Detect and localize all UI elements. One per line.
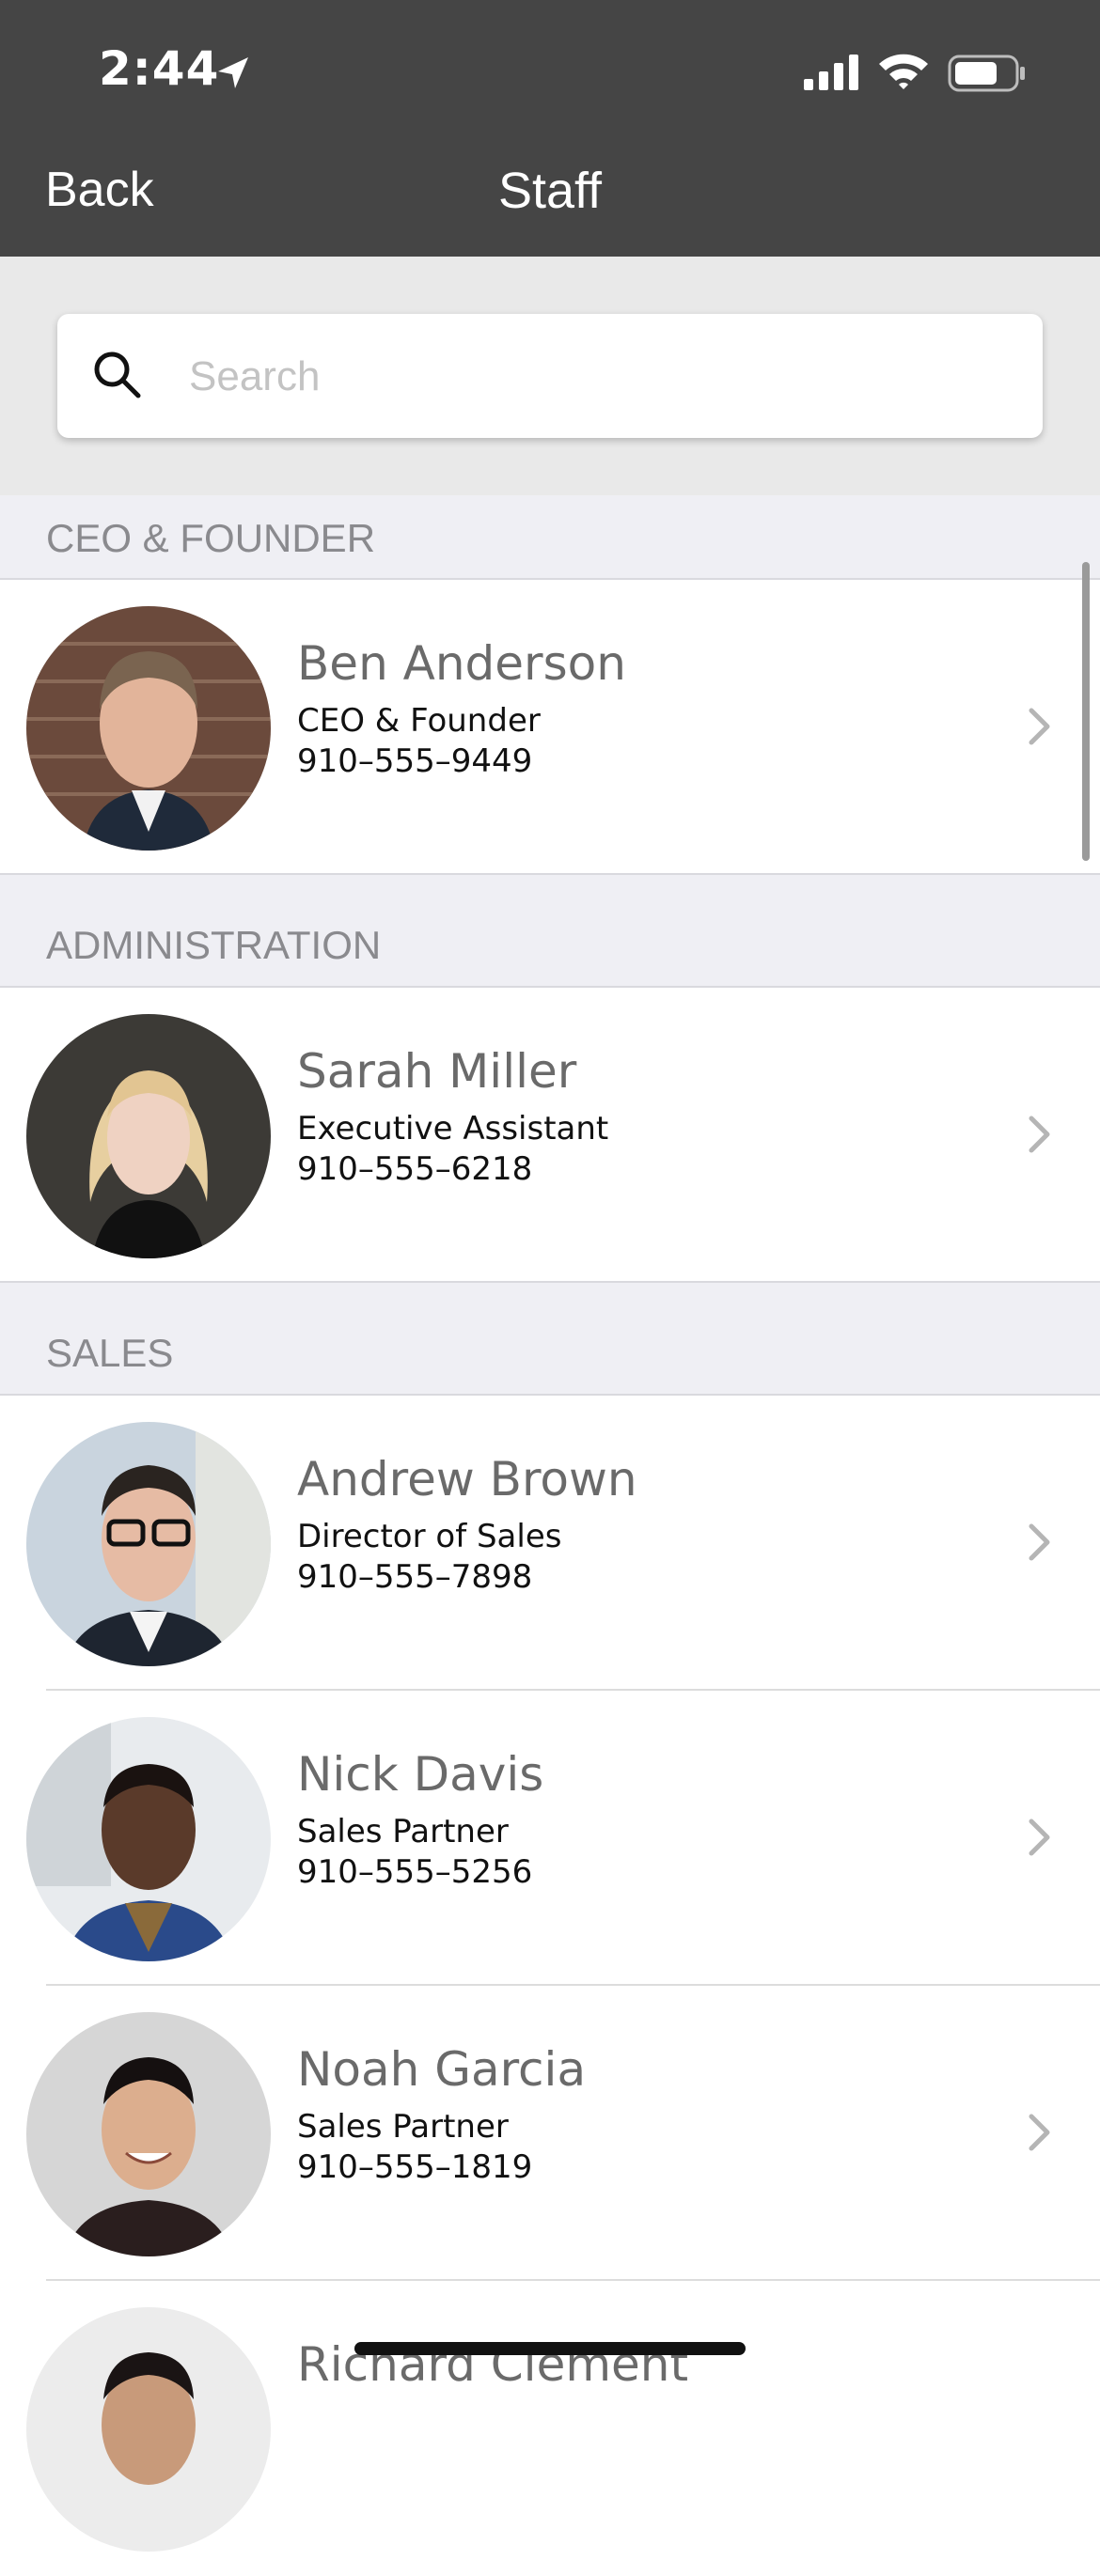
nav-bar: 2:44 Back Staff [0, 0, 1100, 257]
cell-signal-icon [804, 55, 858, 90]
location-arrow-icon [218, 57, 248, 88]
section-header-administration: ADMINISTRATION [0, 875, 1100, 988]
search-input[interactable] [187, 342, 999, 412]
chevron-right-icon [1029, 1116, 1050, 1153]
staff-row-ben-anderson[interactable]: Ben Anderson CEO & Founder 910–555–9449 [0, 580, 1100, 875]
staff-row-andrew-brown[interactable]: Andrew Brown Director of Sales 910–555–7… [0, 1396, 1100, 1691]
staff-phone: 910–555–5256 [297, 1853, 533, 1891]
search-icon [94, 351, 141, 398]
search-box[interactable] [57, 314, 1043, 438]
staff-row-noah-garcia[interactable]: Noah Garcia Sales Partner 910–555–1819 [0, 1986, 1100, 2281]
back-button[interactable]: Back [45, 162, 154, 218]
avatar [26, 1717, 271, 1961]
staff-role: Sales Partner [297, 2108, 509, 2146]
staff-phone: 910–555–9449 [297, 742, 533, 780]
avatar [26, 606, 271, 851]
home-indicator[interactable] [354, 2342, 746, 2355]
wifi-icon [879, 54, 928, 89]
staff-row-richard-clement[interactable]: Richard Clement [0, 2281, 1100, 2576]
staff-phone: 910–555–7898 [297, 1558, 533, 1596]
avatar [26, 2307, 271, 2552]
staff-name: Sarah Miller [297, 1044, 577, 1099]
staff-role: Executive Assistant [297, 1110, 609, 1147]
chevron-right-icon [1029, 2114, 1050, 2151]
avatar [26, 1422, 271, 1666]
scrollbar[interactable] [1082, 562, 1090, 861]
staff-name: Noah Garcia [297, 2042, 587, 2097]
section-header-sales: SALES [0, 1283, 1100, 1396]
status-time: 2:44 [99, 41, 220, 96]
staff-name: Andrew Brown [297, 1452, 637, 1507]
avatar [26, 1014, 271, 1258]
search-area [0, 257, 1100, 495]
staff-phone: 910–555–1819 [297, 2148, 533, 2186]
section-header-ceo: CEO & FOUNDER [0, 495, 1100, 580]
staff-role: Director of Sales [297, 1518, 562, 1555]
avatar [26, 2012, 271, 2256]
staff-role: Sales Partner [297, 1813, 509, 1850]
staff-list: CEO & FOUNDER Ben Anderson CEO & Founder… [0, 495, 1100, 2576]
page-title: Staff [497, 163, 603, 219]
staff-role: CEO & Founder [297, 702, 541, 740]
staff-row-sarah-miller[interactable]: Sarah Miller Executive Assistant 910–555… [0, 988, 1100, 1283]
chevron-right-icon [1029, 708, 1050, 745]
battery-icon [948, 55, 1025, 92]
staff-name: Nick Davis [297, 1747, 544, 1802]
staff-phone: 910–555–6218 [297, 1150, 533, 1188]
chevron-right-icon [1029, 1523, 1050, 1561]
staff-row-nick-davis[interactable]: Nick Davis Sales Partner 910–555–5256 [0, 1691, 1100, 1986]
staff-name: Ben Anderson [297, 636, 626, 691]
chevron-right-icon [1029, 1819, 1050, 1856]
